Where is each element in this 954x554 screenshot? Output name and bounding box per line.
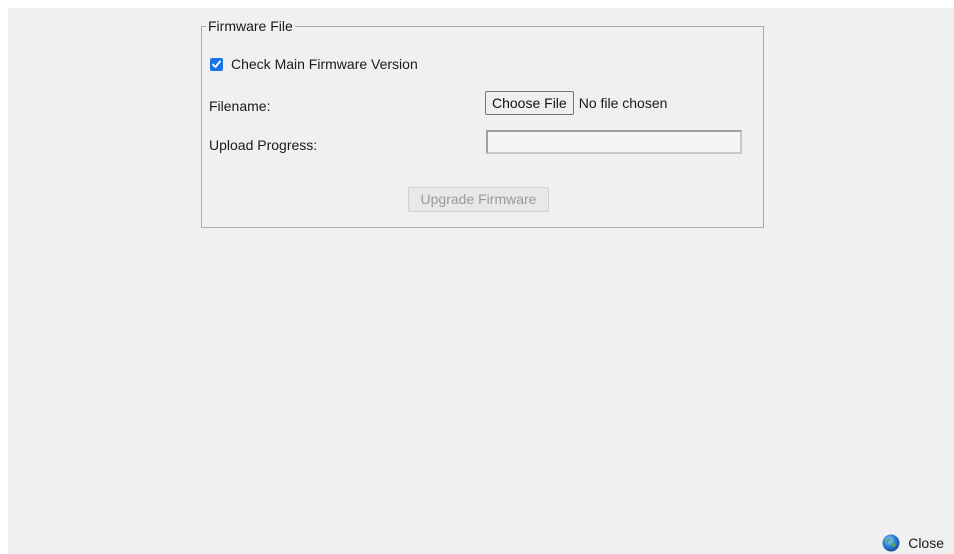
check-main-firmware-checkbox[interactable]: [210, 57, 223, 71]
firmware-upgrade-page: Firmware File Check Main Firmware Versio…: [8, 8, 954, 554]
upload-progress-label: Upload Progress:: [209, 137, 318, 153]
check-main-firmware-label[interactable]: Check Main Firmware Version: [231, 56, 418, 72]
upload-progress-bar: [486, 130, 742, 154]
filename-label: Filename:: [209, 98, 271, 114]
firmware-file-legend: Firmware File: [208, 18, 293, 34]
firmware-file-panel: Firmware File Check Main Firmware Versio…: [201, 18, 764, 228]
check-main-firmware-row[interactable]: Check Main Firmware Version: [210, 56, 418, 72]
upgrade-firmware-button[interactable]: Upgrade Firmware: [408, 187, 549, 212]
close-globe-icon: [882, 534, 900, 552]
close-button[interactable]: Close: [882, 534, 944, 552]
checkmark-icon: [212, 60, 221, 68]
file-status-text: No file chosen: [578, 95, 668, 111]
choose-file-button[interactable]: Choose File: [485, 91, 574, 115]
close-label[interactable]: Close: [908, 535, 944, 551]
file-input[interactable]: Choose File No file chosen: [485, 91, 667, 115]
